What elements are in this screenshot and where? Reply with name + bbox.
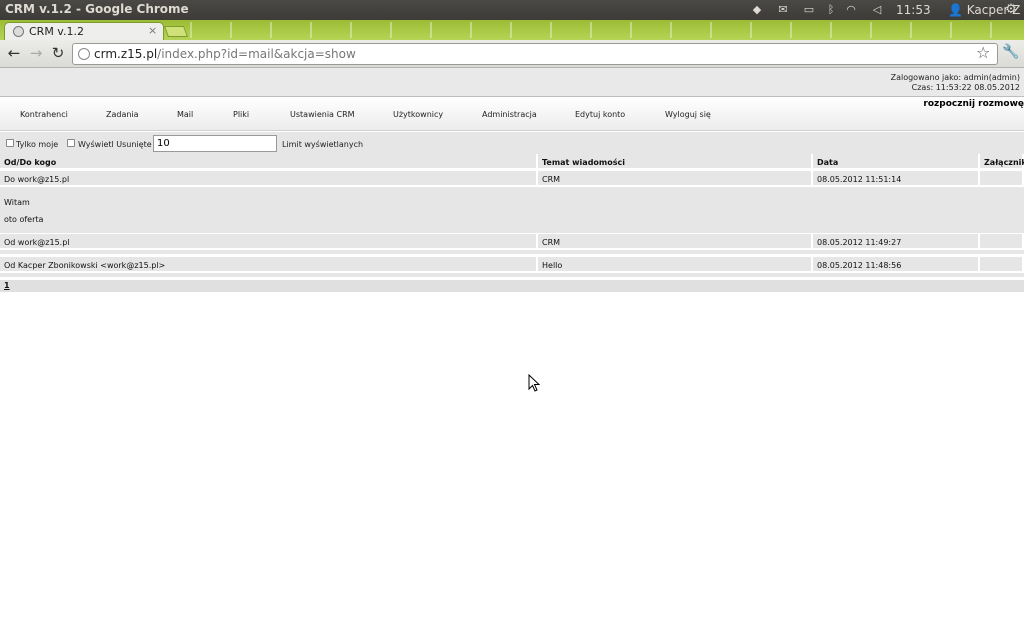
tab-strip-theme (190, 22, 1024, 38)
new-tab-button[interactable] (163, 26, 189, 37)
wrench-icon[interactable]: 🔧 (1002, 44, 1019, 60)
main-menu: Kontrahenci Zadania Mail Pliki Ustawieni… (0, 97, 1024, 131)
row-subject: Hello (538, 257, 813, 271)
mail-icon[interactable]: ✉ (776, 3, 790, 17)
row-date: 08.05.2012 11:49:27 (813, 234, 980, 248)
login-info-bar: Zalogowano jako: admin(admin) Czas: 11:5… (0, 68, 1024, 97)
table-row[interactable]: Od work@z15.pl CRM 08.05.2012 11:49:27 (0, 234, 1024, 248)
row-attachment (980, 257, 1024, 271)
os-top-bar: CRM v.1.2 - Google Chrome ◆ ✉ ▭ ᛒ ◠ ◁ 11… (0, 0, 1024, 20)
limit-input[interactable] (153, 135, 277, 152)
browser-tab[interactable]: CRM v.1.2 × (4, 22, 164, 40)
browser-toolbar: ← → ↻ crm.z15.pl/index.php?id=mail&akcja… (0, 40, 1024, 68)
message-preview: Witam oto oferta (0, 187, 1024, 233)
limit-label: Limit wyświetlanych (282, 140, 364, 149)
filter-bar: Tylko moje Wyświetl Usunięte Limit wyświ… (0, 132, 1024, 154)
row-attachment (980, 234, 1024, 248)
power-gear-icon[interactable]: ⚙ (1004, 3, 1018, 17)
volume-muted-icon[interactable]: ◁ (870, 3, 884, 17)
row-who: Do work@z15.pl (0, 171, 538, 185)
show-deleted-checkbox[interactable] (67, 139, 75, 147)
bookmark-star-icon[interactable]: ☆ (976, 43, 990, 62)
row-subject: CRM (538, 171, 813, 185)
tab-close-icon[interactable]: × (148, 24, 157, 37)
row-who: Od work@z15.pl (0, 234, 538, 248)
message-body-line: Witam (4, 198, 30, 207)
menu-item-edytuj-konto[interactable]: Edytuj konto (575, 110, 625, 119)
menu-item-zadania[interactable]: Zadania (106, 110, 139, 119)
message-separator (0, 273, 1024, 277)
back-icon[interactable]: ← (6, 45, 22, 61)
row-date: 08.05.2012 11:48:56 (813, 257, 980, 271)
url-host: crm.z15.pl (94, 47, 158, 61)
header-date: Data (813, 154, 980, 168)
tab-title: CRM v.1.2 (29, 25, 84, 38)
menu-item-ustawienia-crm[interactable]: Ustawienia CRM (290, 110, 355, 119)
address-bar[interactable]: crm.z15.pl/index.php?id=mail&akcja=show (72, 43, 998, 65)
only-mine-label: Tylko moje (16, 140, 59, 149)
start-chat-link[interactable]: rozpocznij rozmowę (923, 99, 1024, 109)
menu-item-administracja[interactable]: Administracja (482, 110, 537, 119)
wifi-icon[interactable]: ◠ (844, 3, 858, 17)
menu-item-uzytkownicy[interactable]: Użytkownicy (393, 110, 443, 119)
only-mine-checkbox[interactable] (6, 139, 14, 147)
row-attachment (980, 171, 1024, 185)
dropbox-icon[interactable]: ◆ (750, 3, 764, 17)
forward-icon[interactable]: → (28, 45, 44, 61)
header-who: Od/Do kogo (0, 154, 538, 168)
row-subject: CRM (538, 234, 813, 248)
row-date: 08.05.2012 11:51:14 (813, 171, 980, 185)
bluetooth-icon[interactable]: ᛒ (824, 3, 838, 17)
mouse-cursor-icon (528, 374, 540, 392)
favicon-icon (13, 26, 24, 37)
server-time: Czas: 11:53:22 08.05.2012 (911, 83, 1020, 92)
table-row[interactable]: Od Kacper Zbonikowski <work@z15.pl> Hell… (0, 257, 1024, 271)
message-separator (0, 250, 1024, 254)
menu-item-kontrahenci[interactable]: Kontrahenci (20, 110, 68, 119)
show-deleted-label: Wyświetl Usunięte (78, 140, 152, 149)
window-title: CRM v.1.2 - Google Chrome (5, 2, 189, 16)
page-content: Zalogowano jako: admin(admin) Czas: 11:5… (0, 68, 1024, 640)
url-path: /index.php?id=mail&akcja=show (157, 47, 356, 61)
table-row[interactable]: Do work@z15.pl CRM 08.05.2012 11:51:14 (0, 171, 1024, 185)
header-subject: Temat wiadomości (538, 154, 813, 168)
logged-in-as: Zalogowano jako: admin(admin) (890, 73, 1020, 82)
clock[interactable]: 11:53 (896, 3, 931, 17)
menu-item-wyloguj[interactable]: Wyloguj się (665, 110, 711, 119)
table-header: Od/Do kogo Temat wiadomości Data Załączn… (0, 154, 1024, 168)
header-attachment: Załącznik (980, 154, 1024, 168)
globe-icon (78, 48, 90, 60)
menu-item-pliki[interactable]: Pliki (233, 110, 249, 119)
battery-icon[interactable]: ▭ (802, 3, 816, 17)
row-who: Od Kacper Zbonikowski <work@z15.pl> (0, 257, 538, 271)
pagination: 1 (0, 280, 1024, 292)
message-body-line: oto oferta (4, 215, 44, 224)
url-text[interactable]: crm.z15.pl/index.php?id=mail&akcja=show (94, 47, 356, 61)
page-link[interactable]: 1 (4, 281, 10, 290)
reload-icon[interactable]: ↻ (50, 45, 66, 61)
menu-item-mail[interactable]: Mail (177, 110, 193, 119)
